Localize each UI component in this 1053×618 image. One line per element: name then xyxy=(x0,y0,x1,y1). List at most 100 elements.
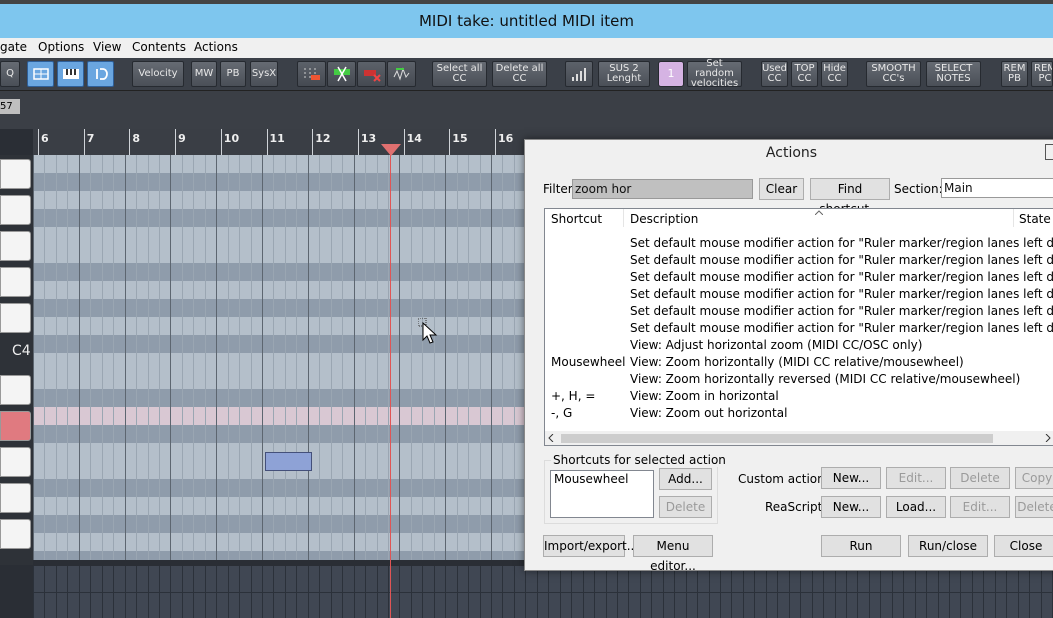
selected-shortcut-item[interactable]: Mousewheel xyxy=(554,472,628,486)
reascript-new-button[interactable]: New... xyxy=(821,496,881,518)
piano-key[interactable] xyxy=(0,411,31,441)
import-export-button[interactable]: Import/export... xyxy=(543,535,638,557)
action-row[interactable]: Set default mouse modifier action for "R… xyxy=(545,304,1053,321)
scroll-left-icon[interactable] xyxy=(548,434,554,442)
column-description[interactable]: Description xyxy=(630,212,698,226)
action-row[interactable]: Set default mouse modifier action for "R… xyxy=(545,321,1053,338)
action-row[interactable]: Set default mouse modifier action for "R… xyxy=(545,270,1053,287)
reascript-delete-button[interactable]: Delete xyxy=(1015,496,1053,518)
select-notes-button[interactable]: SELECT NOTES xyxy=(926,61,981,87)
find-shortcut-button[interactable]: Find shortcut... xyxy=(810,178,890,216)
loop-icon[interactable] xyxy=(87,61,114,87)
grid-line xyxy=(204,155,206,560)
grid-line xyxy=(181,155,183,560)
grid-line xyxy=(422,155,424,560)
add-shortcut-button[interactable]: Add... xyxy=(659,468,712,490)
piano-key[interactable] xyxy=(0,447,31,477)
piano-key[interactable] xyxy=(0,375,31,405)
action-row[interactable]: Set default mouse modifier action for "R… xyxy=(545,236,1053,253)
custom-new-button[interactable]: New... xyxy=(821,467,881,489)
grid-line xyxy=(262,155,263,560)
ruler-tick xyxy=(220,129,222,155)
piano-roll-icon[interactable] xyxy=(57,61,84,87)
reascript-load-button[interactable]: Load... xyxy=(886,496,946,518)
run-button[interactable]: Run xyxy=(821,535,901,557)
delete-notes-icon[interactable] xyxy=(297,61,326,87)
delete-shortcut-button[interactable]: Delete xyxy=(659,496,712,518)
smooth-cc-button[interactable]: SMOOTH CC's xyxy=(866,61,921,87)
run-close-button[interactable]: Run/close xyxy=(908,535,988,557)
quantize-button[interactable]: Q xyxy=(0,61,20,87)
mw-button[interactable]: MW xyxy=(191,61,217,87)
scroll-right-icon[interactable] xyxy=(1045,434,1051,442)
humanize-icon[interactable] xyxy=(387,61,416,87)
menu-actions[interactable]: Actions xyxy=(194,40,238,54)
menu-options[interactable]: Options xyxy=(38,40,84,54)
step-number-button[interactable]: 1 xyxy=(658,61,684,87)
horizontal-scrollbar[interactable] xyxy=(545,431,1053,445)
velocity-ramp-icon[interactable] xyxy=(565,61,593,87)
menu-contents[interactable]: Contents xyxy=(132,40,186,54)
piano-key[interactable] xyxy=(0,519,31,549)
selected-shortcut-list[interactable]: Mousewheel xyxy=(550,470,654,518)
used-cc-button[interactable]: Used CC xyxy=(761,61,788,87)
action-row[interactable]: Set default mouse modifier action for "R… xyxy=(545,253,1053,270)
mw-label: MW xyxy=(194,68,214,79)
actions-list[interactable]: Shortcut Description State Set default m… xyxy=(544,208,1053,446)
sysx-button[interactable]: SysX xyxy=(250,61,278,87)
piano-key[interactable] xyxy=(0,159,31,189)
pitch-lane xyxy=(33,551,528,560)
rem-pc-button[interactable]: REM PC xyxy=(1031,61,1053,87)
menu-editor-button[interactable]: Menu editor... xyxy=(633,535,713,573)
split-notes-icon[interactable] xyxy=(327,61,356,87)
reascript-edit-button[interactable]: Edit... xyxy=(950,496,1010,518)
velocity-button[interactable]: Velocity xyxy=(132,61,184,87)
rem-pb-button[interactable]: REM PB xyxy=(1001,61,1028,87)
action-row[interactable]: -, G View: Zoom out horizontal xyxy=(545,406,1053,423)
hide-cc-button[interactable]: Hide CC xyxy=(821,61,848,87)
action-row[interactable]: Mousewheel View: Zoom horizontally (MIDI … xyxy=(545,355,1053,372)
piano-keyboard[interactable] xyxy=(0,155,33,565)
piano-key[interactable] xyxy=(0,267,31,297)
custom-copy-button[interactable]: Copy xyxy=(1015,467,1053,489)
action-row[interactable]: Set default mouse modifier action for "R… xyxy=(545,287,1053,304)
clear-button[interactable]: Clear xyxy=(759,178,804,200)
set-random-velocities-button[interactable]: Set random velocities xyxy=(687,59,742,89)
dialog-close-icon[interactable] xyxy=(1045,144,1053,160)
action-row[interactable]: +, H, = View: Zoom in horizontal xyxy=(545,389,1053,406)
cc-lane[interactable] xyxy=(33,566,1053,618)
grid-line xyxy=(44,155,46,560)
sus2-length-button[interactable]: SUS 2 Lenght xyxy=(598,61,650,87)
top-cc-button[interactable]: TOP CC xyxy=(791,61,818,87)
pitch-lane xyxy=(33,515,528,533)
section-select[interactable]: Main xyxy=(941,178,1053,198)
piano-key[interactable] xyxy=(0,195,31,225)
midi-note[interactable] xyxy=(265,452,312,471)
action-row[interactable]: View: Adjust horizontal zoom (MIDI CC/OS… xyxy=(545,338,1053,355)
menu-navigate[interactable]: gate xyxy=(0,40,27,54)
column-shortcut[interactable]: Shortcut xyxy=(551,212,602,226)
piano-key[interactable] xyxy=(0,483,31,513)
pitch-lane xyxy=(33,191,528,209)
ruler-tick xyxy=(38,129,39,155)
close-button[interactable]: Close xyxy=(994,535,1053,557)
delete-all-cc-button[interactable]: Delete all CC xyxy=(492,61,547,87)
ruler-tick xyxy=(495,129,496,155)
pb-button[interactable]: PB xyxy=(220,61,246,87)
scrollbar-thumb[interactable] xyxy=(561,434,993,443)
velocity-label: Velocity xyxy=(138,68,178,79)
grid-line xyxy=(113,155,115,560)
column-state[interactable]: State xyxy=(1019,212,1051,226)
filter-input[interactable]: zoom hor xyxy=(572,179,753,199)
select-all-cc-button[interactable]: Select all CC xyxy=(432,61,487,87)
playhead-marker-icon[interactable] xyxy=(381,144,401,156)
custom-edit-button[interactable]: Edit... xyxy=(886,467,946,489)
piano-key[interactable] xyxy=(0,231,31,261)
note-grid[interactable] xyxy=(33,155,528,560)
remove-cc-icon[interactable] xyxy=(357,61,386,87)
action-row[interactable]: View: Zoom horizontally reversed (MIDI C… xyxy=(545,372,1053,389)
menu-view[interactable]: View xyxy=(93,40,121,54)
grid-snap-icon[interactable] xyxy=(27,61,54,87)
custom-delete-button[interactable]: Delete xyxy=(950,467,1010,489)
piano-key[interactable] xyxy=(0,303,31,333)
